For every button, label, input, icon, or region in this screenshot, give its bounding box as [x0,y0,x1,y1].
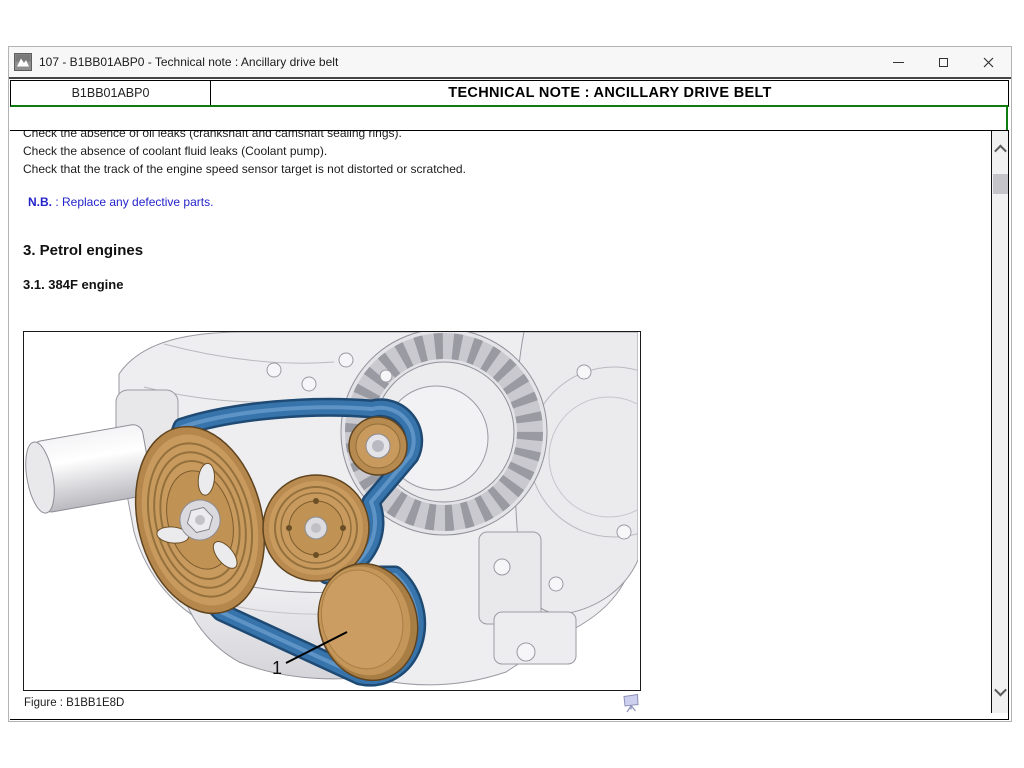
image-thumbnail-icon [14,53,32,71]
header-accent-bar [1006,106,1008,132]
check-line-1: Check the absence of oil leaks (cranksha… [23,131,402,141]
document-header: B1BB01ABP0 TECHNICAL NOTE : ANCILLARY DR… [10,80,1009,107]
close-icon [983,57,994,68]
chevron-down-icon [994,683,1007,696]
figure-frame: 1 [23,331,641,691]
document-content: Check the absence of oil leaks (cranksha… [10,131,991,719]
check-line-2: Check the absence of coolant fluid leaks… [23,144,327,159]
desktop: 107 - B1BB01ABP0 - Technical note : Anci… [0,0,1024,768]
minimize-button[interactable] [876,47,921,77]
nb-text: : Replace any defective parts. [52,195,213,209]
window-title: 107 - B1BB01ABP0 - Technical note : Anci… [39,47,338,77]
nota-bene: N.B. : Replace any defective parts. [28,195,213,209]
document-code: B1BB01ABP0 [11,81,211,105]
figure-caption: Figure : B1BB1E8D [24,697,124,709]
maximize-button[interactable] [921,47,966,77]
close-button[interactable] [966,47,1011,77]
section-heading: 3. Petrol engines [23,242,143,259]
alternator-pulley [349,417,407,475]
scroll-down-button[interactable] [992,683,1008,699]
sub-heading: 3.1. 384F engine [23,277,123,292]
minimize-icon [893,62,904,63]
scroll-up-button[interactable] [992,141,1008,157]
maximize-icon [939,58,948,67]
chevron-up-icon [994,144,1007,157]
scrollbar-thumb[interactable] [993,174,1008,194]
document-title: TECHNICAL NOTE : ANCILLARY DRIVE BELT [212,81,1008,105]
technical-note-window: 107 - B1BB01ABP0 - Technical note : Anci… [8,46,1012,722]
content-frame: Check the absence of oil leaks (cranksha… [10,130,1009,720]
window-controls [876,47,1011,77]
titlebar[interactable]: 107 - B1BB01ABP0 - Technical note : Anci… [9,47,1011,79]
engine-belt-figure: 1 [24,332,638,688]
check-line-3: Check that the track of the engine speed… [23,162,466,177]
vertical-scrollbar[interactable] [991,131,1008,713]
presentation-screen-icon[interactable] [622,693,640,713]
nb-label: N.B. [28,195,52,209]
callout-label: 1 [272,658,282,678]
